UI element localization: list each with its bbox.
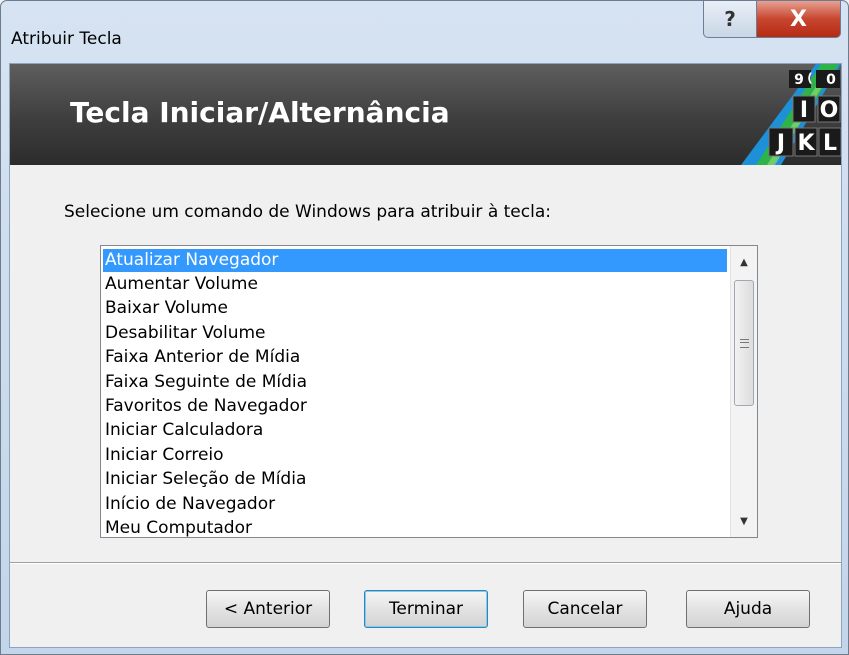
- title-bar[interactable]: Atribuir Tecla ? X: [1, 1, 848, 63]
- dialog-client-area: Tecla Iniciar/Alternância 9 ( 0 I O J K: [9, 63, 842, 648]
- grip-icon: [739, 338, 749, 348]
- finish-button[interactable]: Terminar: [364, 590, 488, 628]
- question-icon: ?: [724, 7, 736, 31]
- list-item[interactable]: Favoritos de Navegador: [101, 394, 729, 418]
- scrollbar-thumb[interactable]: [734, 280, 754, 406]
- key-label: J: [775, 131, 785, 156]
- command-listbox[interactable]: Atualizar Navegador Aumentar Volume Baix…: [100, 245, 758, 538]
- list-item[interactable]: Iniciar Seleção de Mídia: [101, 467, 729, 491]
- list-item[interactable]: Aumentar Volume: [101, 272, 729, 296]
- window-title: Atribuir Tecla: [11, 29, 122, 49]
- dialog-window: Atribuir Tecla ? X Tecla Iniciar/Alternâ…: [0, 0, 849, 655]
- header-banner: Tecla Iniciar/Alternância 9 ( 0 I O J K: [10, 64, 841, 165]
- key-label: L: [823, 131, 837, 156]
- keyboard-keys-icon: 9 ( 0 I O J K L: [741, 64, 841, 165]
- divider-highlight: [10, 563, 841, 564]
- chevron-down-icon: ▼: [740, 515, 748, 527]
- list-item[interactable]: Desabilitar Volume: [101, 321, 729, 345]
- scroll-down-button[interactable]: ▼: [731, 509, 757, 533]
- list-item[interactable]: Iniciar Correio: [101, 443, 729, 467]
- key-label: I: [800, 98, 808, 123]
- help-title-button[interactable]: ?: [703, 1, 757, 38]
- vertical-scrollbar[interactable]: ▲ ▼: [730, 246, 757, 537]
- cancel-button[interactable]: Cancelar: [523, 590, 647, 628]
- chevron-up-icon: ▲: [740, 256, 748, 268]
- title-buttons: ? X: [703, 1, 841, 38]
- key-label: 9: [794, 72, 804, 88]
- key-label: 0: [826, 72, 836, 88]
- instruction-label: Selecione um comando de Windows para atr…: [64, 202, 551, 222]
- close-icon: X: [790, 6, 807, 32]
- back-button[interactable]: < Anterior: [206, 590, 330, 628]
- key-label: K: [797, 131, 815, 156]
- key-label: (: [807, 71, 812, 85]
- scroll-up-button[interactable]: ▲: [731, 250, 757, 274]
- key-label: O: [820, 98, 839, 123]
- list-item[interactable]: Faixa Anterior de Mídia: [101, 345, 729, 369]
- list-item[interactable]: Faixa Seguinte de Mídia: [101, 370, 729, 394]
- help-button[interactable]: Ajuda: [686, 590, 810, 628]
- close-button[interactable]: X: [757, 1, 841, 38]
- page-title: Tecla Iniciar/Alternância: [70, 96, 450, 129]
- list-item-selected[interactable]: Atualizar Navegador: [103, 249, 727, 272]
- list-item[interactable]: Baixar Volume: [101, 296, 729, 320]
- list-item[interactable]: Iniciar Calculadora: [101, 418, 729, 442]
- command-list-items: Atualizar Navegador Aumentar Volume Baix…: [101, 246, 729, 537]
- list-item[interactable]: Meu Computador: [101, 516, 729, 537]
- list-item[interactable]: Início de Navegador: [101, 492, 729, 516]
